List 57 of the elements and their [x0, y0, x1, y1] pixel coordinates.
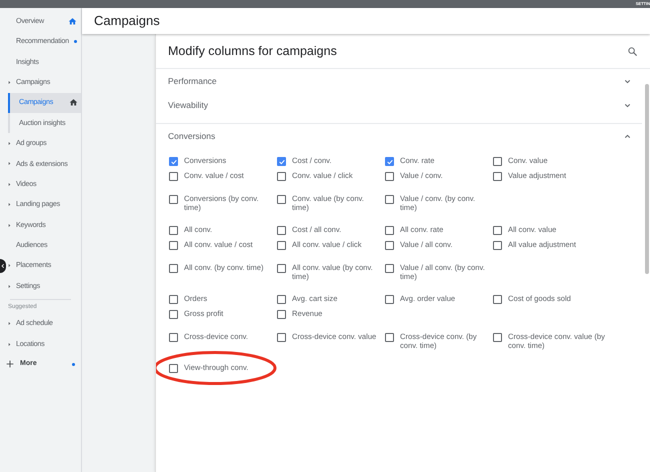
- caret-icon: [7, 161, 12, 166]
- checkbox[interactable]: [169, 310, 178, 319]
- checkbox[interactable]: [277, 226, 286, 235]
- checkbox[interactable]: [277, 172, 286, 181]
- dialog-title: Modify columns for campaigns: [168, 42, 337, 60]
- caret-icon: [7, 141, 12, 146]
- checkbox[interactable]: [277, 310, 286, 319]
- checkbox[interactable]: [277, 295, 286, 304]
- checkbox[interactable]: [385, 295, 394, 304]
- checkbox[interactable]: [385, 172, 394, 181]
- checkbox[interactable]: [169, 364, 178, 373]
- checkbox[interactable]: [169, 226, 178, 235]
- checkbox[interactable]: [277, 264, 286, 273]
- checkbox[interactable]: [493, 157, 502, 166]
- caret-icon: [7, 202, 12, 208]
- home-icon: [68, 16, 77, 26]
- scrollbar[interactable]: [645, 84, 649, 274]
- checkbox[interactable]: [277, 195, 286, 204]
- chevron-left-icon: [0, 263, 6, 269]
- caret-icon: [7, 182, 12, 187]
- checkbox[interactable]: [169, 295, 178, 304]
- checkbox[interactable]: [169, 195, 178, 204]
- checkbox[interactable]: [169, 241, 178, 250]
- search-icon: [627, 46, 638, 56]
- checkbox[interactable]: [385, 264, 394, 273]
- search-button[interactable]: [627, 46, 638, 56]
- checkbox[interactable]: [385, 157, 394, 166]
- section-header[interactable]: Performance: [156, 69, 642, 93]
- checkbox[interactable]: [493, 226, 502, 235]
- checkbox[interactable]: [169, 264, 178, 273]
- section-header[interactable]: Conversions: [156, 124, 642, 148]
- caret-icon: [7, 80, 12, 85]
- checkbox[interactable]: [385, 241, 394, 250]
- checkbox[interactable]: [169, 172, 178, 181]
- checkbox[interactable]: [277, 157, 286, 166]
- checkbox[interactable]: [385, 226, 394, 235]
- checkmark-icon: [170, 158, 178, 166]
- checkbox[interactable]: [493, 172, 502, 181]
- checkmark-icon: [386, 158, 394, 166]
- checkbox[interactable]: [385, 195, 394, 204]
- page-title: Campaigns: [94, 12, 160, 30]
- checkbox[interactable]: [277, 241, 286, 250]
- checkbox[interactable]: [493, 295, 502, 304]
- home-icon: [69, 98, 78, 108]
- caret-icon: [7, 284, 12, 289]
- checkbox[interactable]: [385, 333, 394, 342]
- checkmark-icon: [278, 158, 286, 166]
- checkbox[interactable]: [277, 333, 286, 342]
- checkbox[interactable]: [169, 333, 178, 342]
- plus-icon: [5, 359, 15, 370]
- caret-icon: [7, 222, 12, 228]
- caret-icon: [7, 321, 12, 326]
- caret-icon: [7, 342, 12, 347]
- checkbox[interactable]: [169, 157, 178, 166]
- checkbox[interactable]: [493, 241, 502, 250]
- section-header[interactable]: Viewability: [156, 93, 642, 117]
- checkbox[interactable]: [493, 333, 502, 342]
